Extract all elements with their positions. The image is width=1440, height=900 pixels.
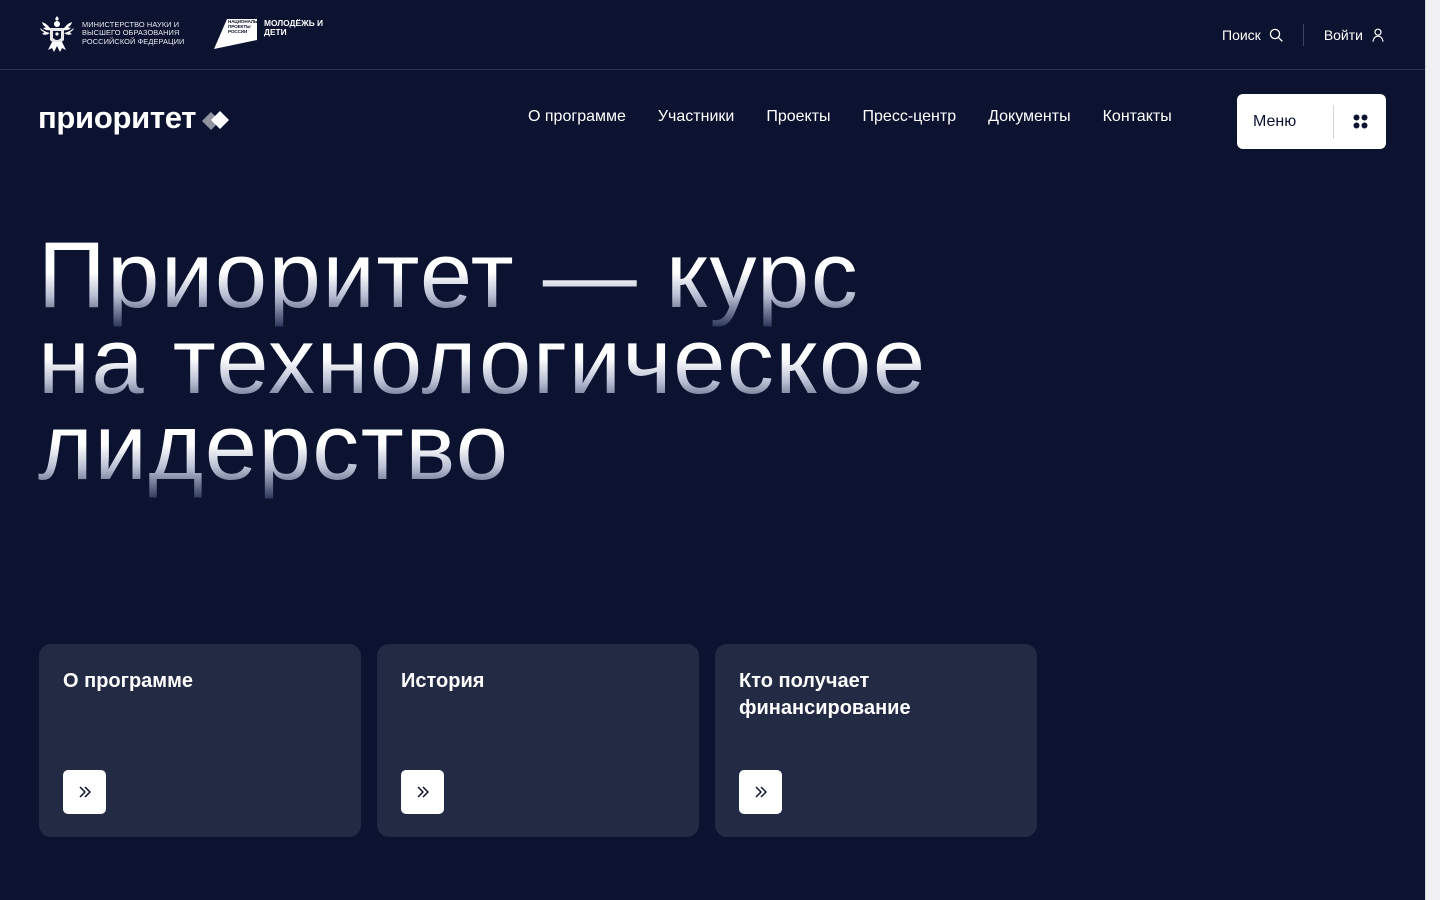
menu-label: Меню xyxy=(1253,112,1297,130)
search-button[interactable]: Поиск xyxy=(1222,27,1283,43)
page: Министерство науки и высшего образования… xyxy=(0,0,1425,900)
ministry-name: Министерство науки и высшего образования… xyxy=(82,20,185,46)
menu-button[interactable]: Меню xyxy=(1237,94,1386,149)
card-funding[interactable]: Кто получает финансирование xyxy=(715,644,1037,837)
scrollbar[interactable] xyxy=(1425,0,1440,900)
nav-item-projects[interactable]: Проекты xyxy=(766,108,830,126)
card-arrow-button[interactable] xyxy=(739,770,782,814)
brand-logo[interactable]: приоритет xyxy=(38,98,234,138)
login-button[interactable]: Войти xyxy=(1324,27,1385,43)
nav-item-participants[interactable]: Участники xyxy=(658,108,734,126)
card-history[interactable]: История xyxy=(377,644,699,837)
card-arrow-button[interactable] xyxy=(401,770,444,814)
double-chevron-right-icon xyxy=(78,786,91,798)
nav-item-about[interactable]: О программе xyxy=(528,108,626,126)
double-chevron-right-icon xyxy=(754,786,767,798)
search-label: Поиск xyxy=(1222,27,1261,43)
top-strip: Министерство науки и высшего образования… xyxy=(0,0,1425,70)
nav-item-documents[interactable]: Документы xyxy=(988,108,1070,126)
hero-heading: Приоритет — курс на технологическое лиде… xyxy=(38,228,1038,494)
main-nav: О программе Участники Проекты Пресс-цент… xyxy=(528,108,1172,126)
brand-name: приоритет xyxy=(38,100,197,135)
hero-line-3: лидерство xyxy=(38,394,510,499)
search-icon xyxy=(1269,28,1283,42)
login-label: Войти xyxy=(1323,27,1363,43)
info-cards: О программе История Кто получает финанси… xyxy=(39,644,1037,837)
card-title: История xyxy=(401,670,485,692)
coat-of-arms-icon xyxy=(40,16,74,52)
nav-item-press-center[interactable]: Пресс-центр xyxy=(863,108,957,126)
user-icon xyxy=(1372,28,1384,42)
card-arrow-button[interactable] xyxy=(63,770,106,814)
top-divider xyxy=(1302,24,1304,46)
card-title: Кто получает финансирование xyxy=(739,670,911,719)
card-about[interactable]: О программе xyxy=(39,644,361,837)
brand-diamond-icon xyxy=(202,111,230,130)
card-title: О программе xyxy=(63,670,194,692)
nav-item-contacts[interactable]: Контакты xyxy=(1103,108,1172,126)
grid-dots-icon xyxy=(1353,114,1367,129)
top-actions: Поиск Войти xyxy=(1222,22,1385,48)
national-project-title: Молодёжь и дети xyxy=(264,18,324,38)
national-projects-caption: Национальные проекты России xyxy=(228,19,268,35)
double-chevron-right-icon xyxy=(416,786,429,798)
